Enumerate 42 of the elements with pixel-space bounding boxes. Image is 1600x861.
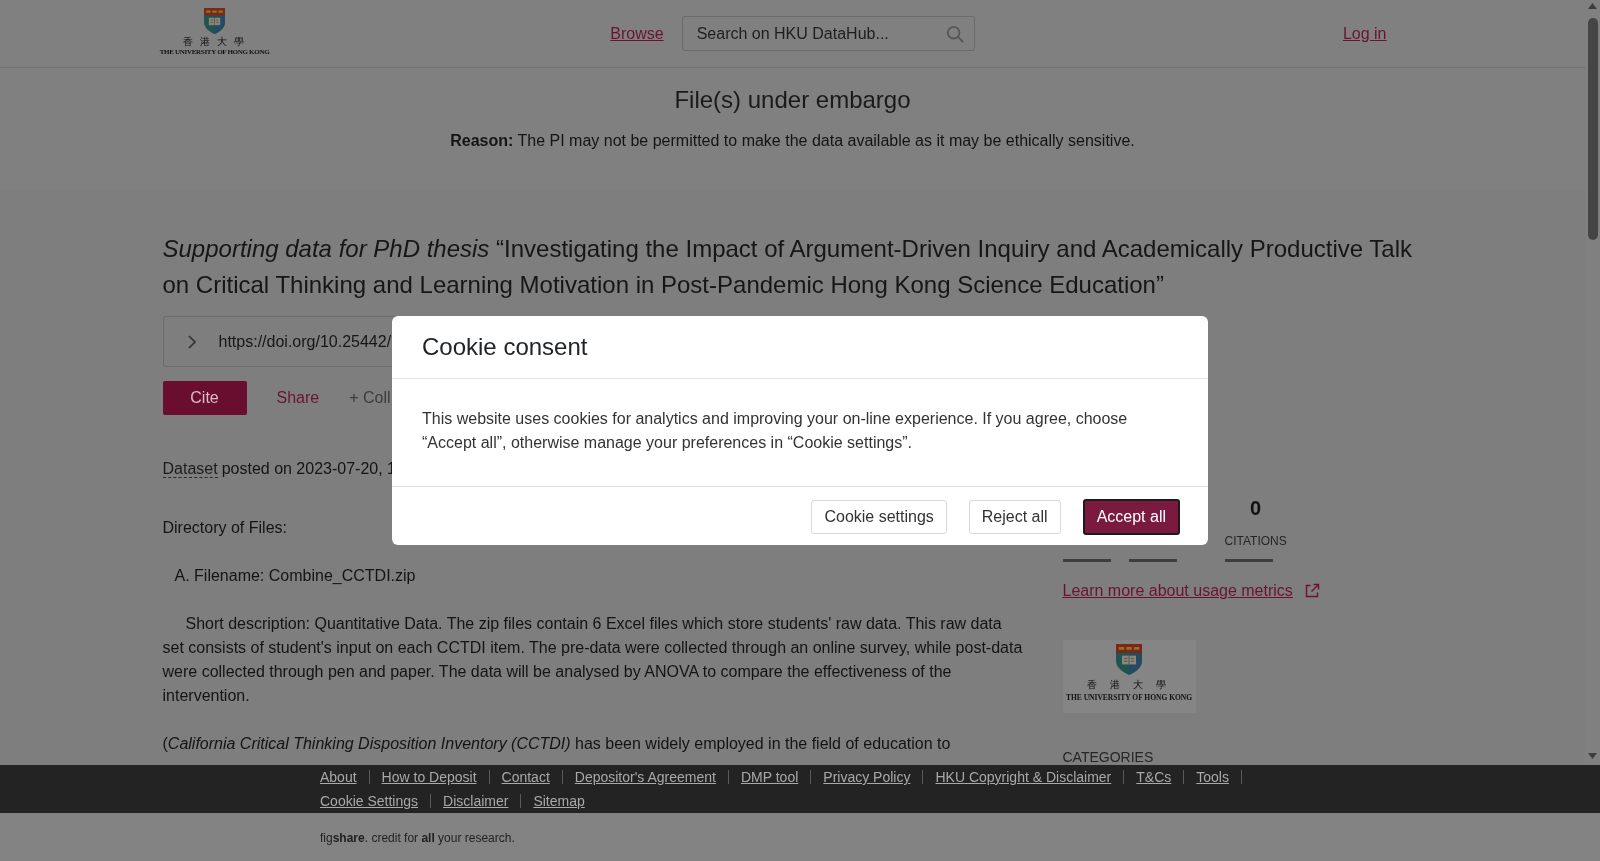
footer-link[interactable]: HKU Copyright & Disclaimer (935, 765, 1112, 789)
search-icon[interactable] (945, 25, 964, 43)
accept-button[interactable]: Accept all (1082, 499, 1180, 535)
footer-link[interactable]: Privacy Policy (823, 765, 911, 789)
doi-link[interactable]: https://doi.org/10.25442/ (218, 329, 392, 354)
footer-link[interactable]: DMP tool (741, 765, 799, 789)
description-paragraph: Directory of Files: (162, 518, 287, 538)
cite-button[interactable]: Cite (162, 381, 247, 415)
footer-link[interactable]: About (320, 765, 357, 789)
scroll-down-icon[interactable] (1588, 753, 1597, 759)
logo-chinese-text: 香 港 大 學 (182, 36, 247, 48)
footer-link[interactable]: How to Deposit (381, 765, 477, 789)
scroll-up-icon[interactable] (1588, 3, 1597, 9)
scrollbar-thumb[interactable] (1587, 18, 1598, 240)
embargo-reason-text: Reason: The PI may not be permitted to make the data available as it may be ethically sensitive. (450, 131, 1135, 151)
embargo-heading: File(s) under embargo (674, 85, 911, 114)
description-item: A. Filename: Combine_CCTDI.zip (173, 566, 416, 586)
footer-link[interactable]: Sitemap (533, 789, 585, 813)
description-paragraph: Short description: Quantitative Data. The zip files contain 6 Excel files which store students' raw data. This raw data set consists of student's input on each CCTDI item. The pre-data were collected through an online survey, while post-data were collected through pen and paper. The data will be analysed by ANOVA to compare the effectiveness of the intervention. (162, 614, 1023, 706)
dataset-title: Supporting data for PhD thesis “Investigating the Impact of Argument-Driven Inquiry and Academically Productive Talk on Critical Thinking and Learning Motivation in Post-Pandemic Hong Kong Science Education” (162, 234, 1414, 300)
dialog-button[interactable]: Reject all (968, 500, 1061, 534)
item-type-link[interactable]: Dataset (162, 460, 218, 478)
dialog-button[interactable]: Cookie settings (811, 500, 947, 534)
dialog-title: Cookie consent (422, 332, 588, 361)
footer-link[interactable]: Contact (501, 765, 550, 789)
footer-link[interactable]: Cookie Settings (320, 789, 419, 813)
chevron-right-icon[interactable] (186, 333, 197, 350)
categories-heading: CATEGORIES (1062, 749, 1154, 765)
logo-chinese-text: 香 港 大 學 (1086, 679, 1172, 691)
credit-text: figshare. credit for all your research. (320, 830, 515, 847)
footer-link[interactable]: T&Cs (1136, 765, 1172, 789)
metric-label: CITATIONS (1224, 533, 1287, 549)
footer-link[interactable]: Disclaimer (443, 789, 509, 813)
description-paragraph: (California Critical Thinking Disposition Inventory (CCTDI) has been widely employed in the field of education to (162, 734, 951, 754)
search-field[interactable]: Search on HKU DataHub... (681, 16, 975, 51)
dialog-message: This website uses cookies for analytics and improving your on-line experience. If you agree, choose “Accept all”, otherwise manage your preferences in “Cookie settings”. (422, 409, 1129, 453)
footer-link[interactable]: Depositor's Agreement (574, 765, 716, 789)
metric-value: 0 (1250, 496, 1262, 521)
external-link-icon (1303, 583, 1320, 599)
crest-icon (1116, 644, 1142, 675)
crest-icon (204, 8, 225, 34)
footer-link[interactable]: Tools (1196, 765, 1229, 789)
